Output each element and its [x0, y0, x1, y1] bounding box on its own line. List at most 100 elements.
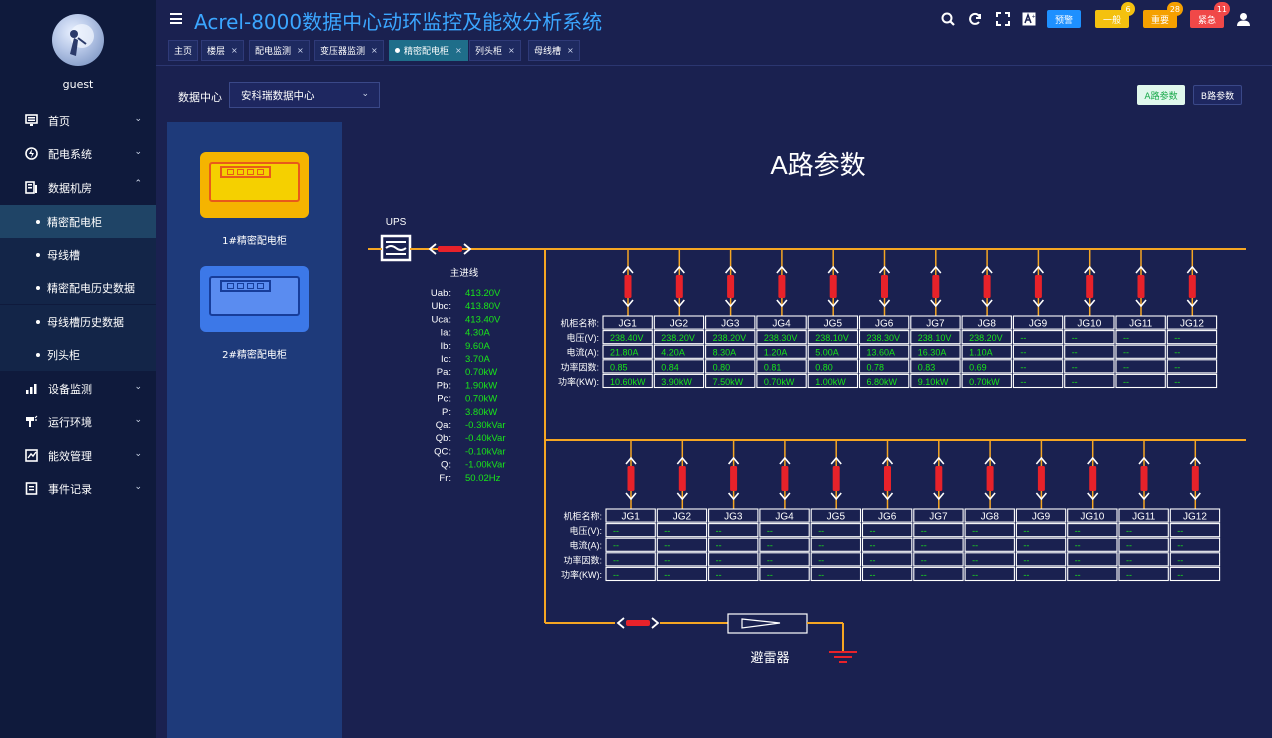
feeder-JG3	[727, 440, 740, 509]
value-cell: --	[1123, 348, 1129, 358]
param-value: 413.40V	[465, 314, 501, 325]
param-name: QC:	[434, 446, 451, 457]
breaker-icon	[1137, 275, 1145, 298]
row-label: 机柜名称:	[560, 318, 599, 329]
row-label: 电流(A):	[570, 540, 603, 551]
breaker-icon	[935, 466, 943, 491]
main-line-label: 主进线	[450, 267, 479, 279]
value-cell: 1.20A	[764, 348, 788, 358]
param-value: 413.20V	[465, 288, 501, 299]
breaker-icon	[1188, 275, 1196, 298]
row-label: 电压(V):	[567, 332, 600, 343]
breaker-icon	[675, 275, 683, 298]
value-cell: 13.60A	[867, 348, 896, 358]
breaker-icon	[881, 275, 888, 298]
value-cell: --	[716, 555, 722, 565]
breaker-icon	[983, 275, 991, 298]
cabinet-name-cell: JG6	[875, 319, 894, 330]
row-label: 电流(A):	[567, 347, 600, 358]
feeder-JG7	[930, 249, 942, 316]
value-cell: 238.30V	[867, 333, 901, 343]
ups-icon	[380, 234, 412, 262]
value-cell: --	[1020, 333, 1026, 343]
param-value: 3.80kW	[465, 407, 497, 418]
row-label: 功率(KW):	[561, 569, 602, 580]
arrester-breaker-icon	[616, 617, 660, 629]
value-cell: --	[972, 541, 978, 551]
value-cell: --	[1023, 541, 1029, 551]
value-cell: 238.20V	[713, 333, 747, 343]
cabinet-name-cell: JG1	[621, 512, 640, 523]
value-cell: --	[613, 570, 619, 580]
value-cell: --	[1174, 362, 1180, 372]
value-cell: 0.84	[661, 362, 679, 372]
param-name: Pc:	[437, 394, 451, 405]
value-cell: --	[1177, 555, 1183, 565]
param-value: 3.70A	[465, 354, 490, 365]
feeder-JG11	[1138, 440, 1150, 509]
value-cell: --	[921, 526, 927, 536]
feeder-JG10	[1087, 440, 1099, 509]
value-cell: --	[1174, 377, 1180, 387]
value-cell: 238.20V	[969, 333, 1003, 343]
value-cell: 9.10kW	[918, 377, 949, 387]
value-cell: 5.00A	[815, 348, 839, 358]
value-cell: --	[1123, 362, 1129, 372]
feeder-JG10	[1084, 249, 1096, 316]
value-cell: 16.30A	[918, 348, 947, 358]
cabinet-name-cell: JG12	[1183, 512, 1207, 523]
param-name: Uab:	[431, 288, 451, 299]
value-cell: --	[921, 555, 927, 565]
value-cell: --	[767, 570, 773, 580]
feeder-JG4	[776, 249, 788, 316]
value-cell: 0.83	[918, 362, 936, 372]
value-cell: --	[972, 570, 978, 580]
value-cell: --	[1075, 541, 1081, 551]
value-cell: 10.60kW	[610, 377, 646, 387]
cabinet-name-cell: JG7	[929, 512, 948, 523]
value-cell: --	[716, 541, 722, 551]
param-name: P:	[442, 407, 451, 418]
value-cell: 238.20V	[661, 333, 695, 343]
value-cell: 238.40V	[610, 333, 644, 343]
value-cell: 8.30A	[713, 348, 737, 358]
feeder-JG6	[878, 249, 891, 316]
value-cell: --	[1177, 570, 1183, 580]
param-value: 0.70kW	[465, 367, 497, 378]
feeder-JG8	[981, 249, 993, 316]
param-value: -0.30kVar	[465, 420, 505, 431]
value-cell: 0.78	[867, 362, 885, 372]
feeder-JG1	[625, 440, 637, 509]
param-value: 413.80V	[465, 301, 501, 312]
value-cell: --	[818, 570, 824, 580]
row-label: 功率因数:	[563, 554, 602, 565]
param-value: -0.10kVar	[465, 446, 505, 457]
cabinet-name-cell: JG1	[618, 319, 637, 330]
value-cell: 238.10V	[815, 333, 849, 343]
value-cell: --	[1126, 570, 1132, 580]
value-cell: --	[1174, 348, 1180, 358]
ground-icon	[829, 651, 857, 663]
cabinet-name-cell: JG6	[878, 512, 897, 523]
value-cell: --	[1075, 526, 1081, 536]
value-cell: --	[818, 541, 824, 551]
param-name: Ubc:	[431, 301, 451, 312]
feeder-JG12	[1189, 440, 1201, 509]
feeder-group-2: 机柜名称: 电压(V): 电流(A): 功率因数: 功率(KW): JG1 -- -- -- --…	[561, 440, 1221, 582]
breaker-icon	[781, 466, 789, 491]
param-name: Ic:	[441, 354, 451, 365]
cabinet-name-cell: JG2	[673, 512, 692, 523]
feeder-JG1	[622, 249, 634, 316]
param-name: Ib:	[440, 341, 451, 352]
cabinet-name-cell: JG9	[1029, 319, 1048, 330]
feeder-JG5	[827, 249, 839, 316]
feeder-JG4	[779, 440, 791, 509]
value-cell: --	[1174, 333, 1180, 343]
value-cell: --	[972, 555, 978, 565]
value-cell: --	[664, 570, 670, 580]
param-name: Qa:	[436, 420, 451, 431]
value-cell: 1.00kW	[815, 377, 846, 387]
value-cell: 1.10A	[969, 348, 993, 358]
breaker-icon	[627, 466, 635, 491]
value-cell: --	[870, 541, 876, 551]
